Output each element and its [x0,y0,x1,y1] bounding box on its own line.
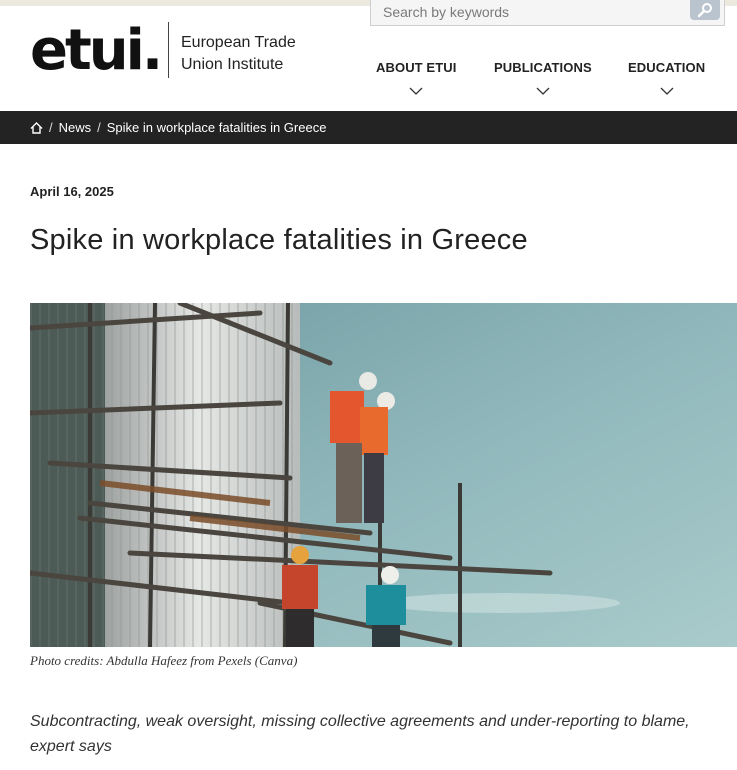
nav-label: ABOUT ETUI [376,60,457,75]
nav-label: EDUCATION [628,60,706,75]
chevron-down-icon [660,87,674,95]
breadcrumb: / News / Spike in workplace fatalities i… [0,111,737,144]
chevron-down-icon [409,87,423,95]
hero-image [30,303,737,647]
logo-wordmark: etui. [30,18,163,83]
search-icon [697,3,712,18]
nav-label: PUBLICATIONS [494,60,592,75]
home-icon [30,121,43,134]
breadcrumb-home[interactable] [30,121,43,134]
etui-logo[interactable]: etui. [30,18,163,83]
page-title: Spike in workplace fatalities in Greece [30,224,528,256]
nav-about-etui[interactable]: ABOUT ETUI [376,60,456,95]
logo-tagline: European Trade Union Institute [181,32,296,76]
search-button[interactable] [690,0,720,20]
logo-tagline-line1: European Trade [181,34,296,51]
breadcrumb-current: Spike in workplace fatalities in Greece [106,120,327,135]
logo-divider [168,22,169,78]
breadcrumb-news[interactable]: News [59,120,92,135]
breadcrumb-separator: / [49,120,53,135]
article-date: April 16, 2025 [30,184,114,199]
nav-education[interactable]: EDUCATION [628,60,705,95]
image-credit: Photo credits: Abdulla Hafeez from Pexel… [30,653,298,668]
article-lead: Subcontracting, weak oversight, missing … [30,713,690,755]
search-bar [370,0,725,26]
breadcrumb-separator: / [97,120,101,135]
search-input[interactable] [371,0,681,24]
nav-publications[interactable]: PUBLICATIONS [494,60,592,95]
chevron-down-icon [536,87,550,95]
logo-tagline-line2: Union Institute [181,56,284,73]
